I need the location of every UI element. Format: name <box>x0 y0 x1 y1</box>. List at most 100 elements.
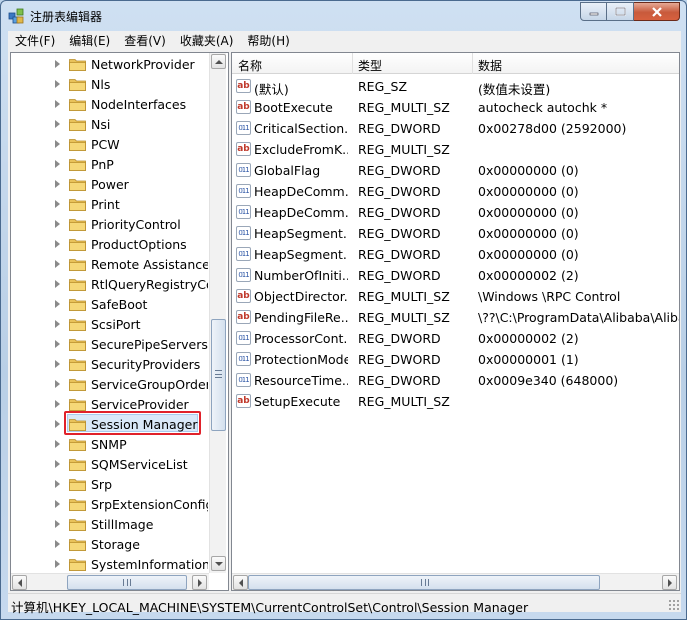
expand-arrow-icon[interactable] <box>55 300 60 308</box>
tree-item[interactable]: SafeBoot <box>11 294 208 314</box>
expand-arrow-icon[interactable] <box>55 500 60 508</box>
close-button[interactable] <box>634 2 680 21</box>
folder-icon <box>69 199 86 211</box>
tree-item[interactable]: SQMServiceList <box>11 454 208 474</box>
resize-grip-icon[interactable] <box>668 599 679 610</box>
table-row[interactable]: 011 HeapSegment... REG_DWORD 0x00000000 (0) <box>232 223 679 244</box>
tree-item[interactable]: Power <box>11 174 208 194</box>
tree-item[interactable]: ServiceGroupOrder <box>11 374 208 394</box>
tree-item[interactable]: NodeInterfaces <box>11 94 208 114</box>
scroll-right-button[interactable] <box>662 575 677 590</box>
scroll-down-button[interactable] <box>211 556 226 571</box>
tree-item[interactable]: Nls <box>11 74 208 94</box>
tree-item[interactable]: Nsi <box>11 114 208 134</box>
value-list[interactable]: 名称 类型 数据 ab (默认) REG_SZ (数值未设置) ab BootExecut… <box>231 52 680 591</box>
tree-item[interactable]: Print <box>11 194 208 214</box>
table-row[interactable]: 011 HeapDeComm... REG_DWORD 0x00000000 (0) <box>232 202 679 223</box>
tree-item[interactable]: ProductOptions <box>11 234 208 254</box>
value-type: REG_DWORD <box>358 163 441 178</box>
expand-arrow-icon[interactable] <box>55 400 60 408</box>
expand-arrow-icon[interactable] <box>55 280 60 288</box>
tree-item[interactable]: SNMP <box>11 434 208 454</box>
column-divider[interactable] <box>472 53 473 74</box>
table-row[interactable]: ab SetupExecute REG_MULTI_SZ <box>232 391 679 412</box>
table-row[interactable]: 011 HeapSegment... REG_DWORD 0x00000000 (0) <box>232 244 679 265</box>
table-row[interactable]: 011 CriticalSection... REG_DWORD 0x00278d00… <box>232 118 679 139</box>
maximize-button[interactable] <box>607 2 634 21</box>
table-row[interactable]: 011 ProtectionMode REG_DWORD 0x00000001 (1) <box>232 349 679 370</box>
arrow-up-icon <box>214 59 223 64</box>
expand-arrow-icon[interactable] <box>55 220 60 228</box>
tree-item[interactable]: PCW <box>11 134 208 154</box>
tree-item[interactable]: NetworkProvider <box>11 54 208 74</box>
tree-item[interactable]: Storage <box>11 534 208 554</box>
table-row[interactable]: ab (默认) REG_SZ (数值未设置) <box>232 76 679 97</box>
expand-arrow-icon[interactable] <box>55 120 60 128</box>
table-row[interactable]: 011 NumberOfIniti... REG_DWORD 0x00000002 (… <box>232 265 679 286</box>
tree-item[interactable]: SystemInformation <box>11 554 208 574</box>
tree-item[interactable]: SrpExtensionConfig <box>11 494 208 514</box>
tree-item[interactable]: SecurePipeServers <box>11 334 208 354</box>
tree-vertical-scrollbar[interactable] <box>209 53 226 573</box>
table-row[interactable]: ab ExcludeFromK... REG_MULTI_SZ <box>232 139 679 160</box>
expand-arrow-icon[interactable] <box>55 160 60 168</box>
expand-arrow-icon[interactable] <box>55 480 60 488</box>
expand-arrow-icon[interactable] <box>55 520 60 528</box>
scroll-up-button[interactable] <box>211 54 226 69</box>
expand-arrow-icon[interactable] <box>55 80 60 88</box>
key-tree[interactable]: NetworkProvider Nls NodeInterfaces Nsi PCW Pn… <box>10 52 229 591</box>
expand-arrow-icon[interactable] <box>55 540 60 548</box>
tree-hscroll-thumb[interactable] <box>67 575 187 590</box>
tree-item[interactable]: Remote Assistance <box>11 254 208 274</box>
tree-item[interactable]: Srp <box>11 474 208 494</box>
table-row[interactable]: 011 ResourceTime... REG_DWORD 0x0009e340 (6… <box>232 370 679 391</box>
menu-view[interactable]: 查看(V) <box>117 32 173 49</box>
expand-arrow-icon[interactable] <box>55 560 60 568</box>
list-hscroll-thumb[interactable] <box>248 575 600 590</box>
tree-item[interactable]: StillImage <box>11 514 208 534</box>
expand-arrow-icon[interactable] <box>55 140 60 148</box>
table-row[interactable]: 011 GlobalFlag REG_DWORD 0x00000000 (0) <box>232 160 679 181</box>
tree-item[interactable]: RtlQueryRegistryConfig <box>11 274 208 294</box>
column-data[interactable]: 数据 <box>478 57 502 74</box>
menu-file[interactable]: 文件(F) <box>8 32 62 49</box>
expand-arrow-icon[interactable] <box>55 240 60 248</box>
expand-arrow-icon[interactable] <box>55 440 60 448</box>
expand-arrow-icon[interactable] <box>55 260 60 268</box>
tree-item[interactable]: SecurityProviders <box>11 354 208 374</box>
expand-arrow-icon[interactable] <box>55 180 60 188</box>
expand-arrow-icon[interactable] <box>55 100 60 108</box>
tree-horizontal-scrollbar[interactable] <box>11 573 209 590</box>
expand-arrow-icon[interactable] <box>55 420 60 428</box>
list-horizontal-scrollbar[interactable] <box>232 573 679 590</box>
tree-item[interactable]: PriorityControl <box>11 214 208 234</box>
expand-arrow-icon[interactable] <box>55 60 60 68</box>
expand-arrow-icon[interactable] <box>55 320 60 328</box>
column-divider[interactable] <box>352 53 353 74</box>
title-bar[interactable]: 注册表编辑器 <box>1 1 686 31</box>
value-type: REG_DWORD <box>358 373 441 388</box>
menu-help[interactable]: 帮助(H) <box>240 32 296 49</box>
tree-item[interactable]: PnP <box>11 154 208 174</box>
table-row[interactable]: ab BootExecute REG_MULTI_SZ autocheck autoc… <box>232 97 679 118</box>
expand-arrow-icon[interactable] <box>55 360 60 368</box>
menu-edit[interactable]: 编辑(E) <box>62 32 117 49</box>
table-row[interactable]: 011 ProcessorCont... REG_DWORD 0x00000002 (… <box>232 328 679 349</box>
tree-item[interactable]: ScsiPort <box>11 314 208 334</box>
minimize-button[interactable] <box>580 2 607 21</box>
table-row[interactable]: 011 HeapDeComm... REG_DWORD 0x00000000 (0) <box>232 181 679 202</box>
expand-arrow-icon[interactable] <box>55 200 60 208</box>
tree-scroll-thumb[interactable] <box>211 319 226 431</box>
expand-arrow-icon[interactable] <box>55 340 60 348</box>
scroll-left-button[interactable] <box>12 575 27 590</box>
expand-arrow-icon[interactable] <box>55 460 60 468</box>
column-name[interactable]: 名称 <box>238 57 262 74</box>
folder-icon <box>69 159 86 171</box>
table-row[interactable]: ab PendingFileRe... REG_MULTI_SZ \??\C:\Pro… <box>232 307 679 328</box>
table-row[interactable]: ab ObjectDirector... REG_MULTI_SZ \Windows … <box>232 286 679 307</box>
column-type[interactable]: 类型 <box>358 57 382 74</box>
menu-favorites[interactable]: 收藏夹(A) <box>173 32 241 49</box>
scroll-right-button[interactable] <box>192 575 207 590</box>
scroll-left-button[interactable] <box>233 575 248 590</box>
expand-arrow-icon[interactable] <box>55 380 60 388</box>
